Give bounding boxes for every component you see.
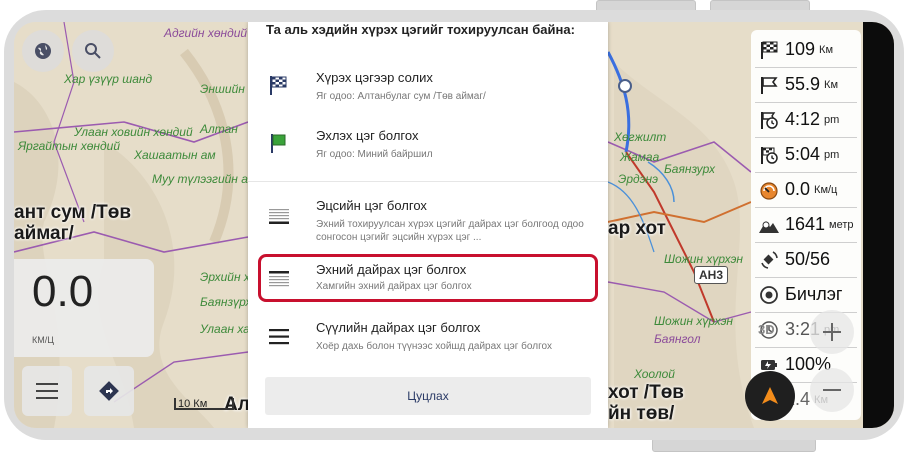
globe-icon	[35, 43, 51, 59]
map-label: Хөгжилт	[614, 130, 667, 144]
highlight-box	[258, 254, 598, 302]
hamburger-icon	[36, 383, 58, 399]
city-label: ант сум /Төв аймаг/	[14, 202, 132, 244]
option-title: Сүүлийн дайрах цэг болгох	[316, 320, 481, 335]
checkered-flag-icon	[270, 76, 287, 95]
option-subtitle: Хоёр дахь болон түүнээс хойшд дайрах цэг…	[316, 341, 552, 352]
widget-value: 4:12	[785, 109, 821, 129]
plus-icon	[823, 323, 841, 341]
widget-distance-to-waypoint[interactable]: 55.9 Км	[751, 68, 861, 101]
dialog-title: Та аль хэдийн хүрэх цэгийг тохируулсан б…	[266, 22, 575, 37]
position-icon	[757, 283, 781, 307]
minus-icon	[823, 389, 841, 391]
map-label: Хоолой	[634, 367, 675, 381]
last-stop-icon	[269, 209, 289, 224]
replace-destination-option[interactable]: Хүрэх цэгээр солих Яг одоо: Алтанбулаг с…	[248, 62, 608, 112]
finish-time-icon	[757, 143, 781, 167]
altitude-icon	[757, 213, 781, 237]
set-as-start-option[interactable]: Эхлэх цэг болгох Яг одоо: Миний байршил	[248, 120, 608, 170]
widget-unit: pm	[824, 148, 840, 161]
last-intermediate-icon	[269, 329, 289, 345]
widget-unit: Км/ц	[814, 183, 838, 196]
green-flag-icon	[271, 134, 286, 153]
option-title: Эцсийн цэг болгох	[316, 198, 427, 213]
zoom-out-button[interactable]	[810, 368, 854, 412]
phone-hardware-button	[652, 438, 816, 452]
map-label: Баянгол	[654, 332, 701, 346]
map-label: Эрдэнэ	[618, 172, 659, 186]
map-label: Хар үзүүр шанд	[64, 72, 153, 86]
map-label: Шожин хүрхэн	[664, 252, 743, 266]
widget-value: 55.9	[785, 74, 821, 94]
option-subtitle: Яг одоо: Алтанбулаг сум /Төв аймаг/	[316, 91, 486, 102]
widget-value: Бичлэг	[785, 284, 843, 304]
widget-distance-to-destination[interactable]: 109 Км	[751, 33, 861, 66]
screen-edge	[863, 22, 894, 428]
city-label: ар хот	[608, 218, 666, 239]
set-as-last-waypoint-option[interactable]: Сүүлийн дайрах цэг болгох Хоёр дахь боло…	[248, 314, 608, 360]
set-as-final-destination-option[interactable]: Эцсийн цэг болгох Эхний тохируулсан хүрэ…	[248, 188, 608, 248]
directions-button[interactable]	[84, 366, 134, 416]
3d-mode-badge[interactable]: 3D	[758, 322, 775, 337]
speed-value: 0.0	[32, 267, 94, 316]
map-label: Алтан	[200, 122, 238, 136]
city-label: хот /Төв йн төв/	[608, 382, 684, 424]
speed-panel: 0.0 КМ/Ц	[14, 259, 154, 357]
arrival-time-icon	[757, 108, 781, 132]
gps-icon	[757, 248, 781, 272]
navigation-arrow-icon	[762, 387, 778, 404]
map-label: Баянзүрх	[200, 295, 252, 309]
widget-altitude[interactable]: 1641 метр	[751, 208, 861, 241]
widget-speed[interactable]: 0.0 Км/ц	[751, 173, 861, 206]
map-label: Улаан ховийн хөндий	[74, 125, 193, 139]
info-widgets-panel: 109 Км 55.9 Км 4:12 pm 5:04 pm 0.0 Км/ц …	[751, 30, 861, 420]
option-subtitle: Яг одоо: Миний байршил	[316, 149, 433, 160]
checkered-flag-icon	[757, 38, 781, 62]
widget-finish-time[interactable]: 5:04 pm	[751, 138, 861, 171]
widget-unit: Км	[819, 43, 834, 56]
widget-gps-satellites[interactable]: 50/56	[751, 243, 861, 276]
map-label: Хашаатын ам	[134, 148, 216, 162]
screen: Хар үзүүр шанд Эншийн шанд Улаан ховийн …	[14, 22, 894, 428]
option-title: Хүрэх цэгээр солих	[316, 70, 433, 85]
widget-value: 109	[785, 39, 816, 59]
search-button[interactable]	[72, 30, 114, 72]
map-label: Муу түлээгийн ам	[152, 172, 257, 186]
widget-track-recording[interactable]: Бичлэг	[751, 278, 861, 311]
widget-value: 0.0	[785, 179, 811, 199]
map-label: Адгийн хөндий	[164, 26, 248, 40]
widget-unit: метр	[829, 218, 854, 231]
widget-value: 1641	[785, 214, 826, 234]
speedometer-icon	[757, 178, 781, 202]
layers-button[interactable]	[22, 30, 64, 72]
road-sign: АН3	[694, 266, 729, 284]
my-location-button[interactable]	[745, 371, 795, 421]
widget-arrival-time[interactable]: 4:12 pm	[751, 103, 861, 136]
destination-dialog: Та аль хэдийн хүрэх цэгийг тохируулсан б…	[248, 22, 608, 428]
map-label: Яргайтын хөндий	[18, 139, 121, 153]
widget-unit: pm	[824, 113, 840, 126]
option-subtitle: Эхний тохируулсан хүрэх цэгийг дайрах цэ…	[316, 219, 584, 243]
widget-unit: Км	[824, 78, 839, 91]
map-scale-label: 10 Км	[178, 398, 208, 410]
cancel-button[interactable]: Цуцлах	[265, 377, 591, 415]
widget-value: 5:04	[785, 144, 821, 164]
dialog-divider	[248, 181, 608, 182]
speed-unit: КМ/Ц	[32, 335, 54, 345]
flag-icon	[757, 73, 781, 97]
zoom-in-button[interactable]	[810, 310, 854, 354]
map-label: Жамаа	[620, 150, 660, 164]
map-label: Баянзурх	[664, 162, 715, 176]
widget-value: 50/56	[785, 249, 831, 269]
menu-button[interactable]	[22, 366, 72, 416]
search-icon	[85, 43, 101, 59]
directions-icon	[99, 381, 119, 401]
option-title: Эхлэх цэг болгох	[316, 128, 419, 143]
map-label: Шожин хүрхэн	[654, 314, 733, 328]
